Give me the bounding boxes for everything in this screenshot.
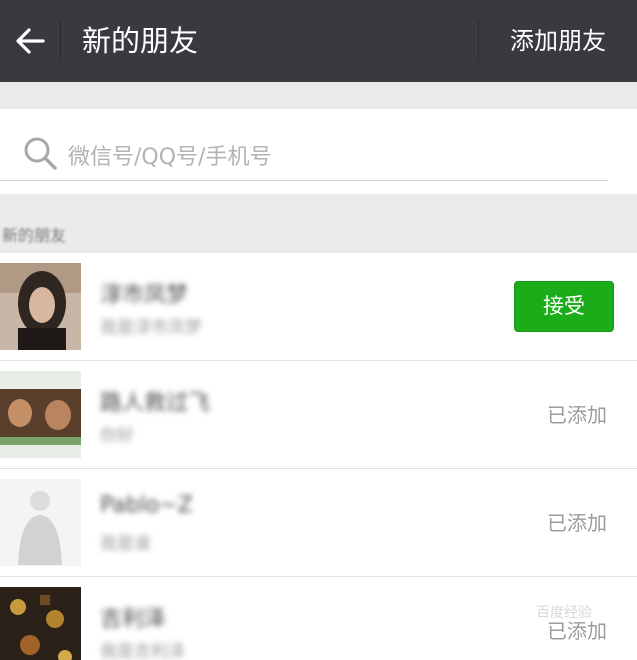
search-icon <box>24 137 57 170</box>
avatar <box>0 587 81 660</box>
request-message: 你好 <box>100 426 134 446</box>
request-message: 我是吉利泽 <box>100 642 185 660</box>
friend-request-row[interactable]: Pablo~Z 我是谁 已添加 <box>0 469 637 577</box>
arrow-left-icon <box>16 28 45 54</box>
request-message: 我是淳市凤梦 <box>100 318 202 338</box>
friend-request-row[interactable]: 路人救过飞 你好 已添加 <box>0 361 637 469</box>
page-title: 新的朋友 <box>82 24 199 58</box>
search-placeholder: 微信号/QQ号/手机号 <box>68 145 272 170</box>
watermark: 百度经验 <box>536 605 592 621</box>
section-header: 新的朋友 <box>0 194 637 253</box>
search-area: 微信号/QQ号/手机号 <box>0 109 637 194</box>
added-status: 已添加 <box>547 403 607 427</box>
spacer-band <box>0 82 637 109</box>
search-input[interactable]: 微信号/QQ号/手机号 <box>0 109 608 181</box>
top-bar: 新的朋友 添加朋友 <box>0 0 637 82</box>
contact-name: 路人救过飞 <box>100 391 211 416</box>
back-button[interactable] <box>0 0 60 82</box>
section-label: 新的朋友 <box>2 226 67 245</box>
added-status: 已添加 <box>547 511 607 535</box>
avatar <box>0 371 81 458</box>
add-friend-button[interactable]: 添加朋友 <box>479 0 637 82</box>
avatar <box>0 263 81 350</box>
friend-request-row[interactable]: 淳市凤梦 我是淳市凤梦 接受 <box>0 253 637 361</box>
contact-name: 淳市凤梦 <box>100 283 189 308</box>
contact-name: Pablo~Z <box>100 493 193 518</box>
accept-button[interactable]: 接受 <box>514 281 614 332</box>
header-divider <box>60 20 61 62</box>
avatar <box>0 479 81 566</box>
request-message: 我是谁 <box>100 534 151 554</box>
contact-name: 吉利泽 <box>100 607 167 632</box>
